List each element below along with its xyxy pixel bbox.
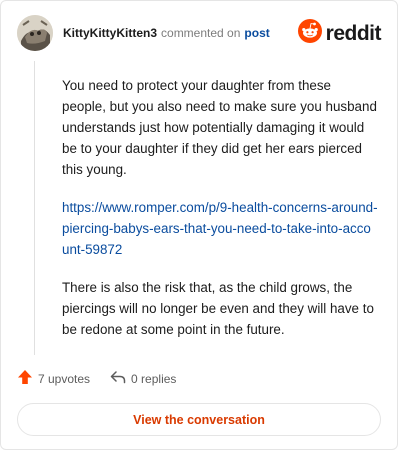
post-link[interactable]: post bbox=[244, 26, 269, 40]
author-name[interactable]: KittyKittyKitten3 bbox=[63, 26, 157, 40]
reply-arrow-icon[interactable] bbox=[110, 369, 126, 388]
thread-line bbox=[34, 61, 35, 355]
comment-body: You need to protect your daughter from t… bbox=[62, 75, 378, 357]
reddit-brand[interactable]: reddit bbox=[297, 19, 382, 48]
upvote-arrow-icon[interactable] bbox=[17, 369, 33, 388]
reddit-wordmark: reddit bbox=[325, 21, 382, 45]
upvote-action[interactable]: 7 upvotes bbox=[17, 369, 90, 388]
comment-actions: 7 upvotes 0 replies bbox=[17, 369, 196, 388]
upvote-count: 7 upvotes bbox=[38, 371, 91, 386]
commented-on-text: commented on bbox=[161, 26, 241, 40]
reply-action[interactable]: 0 replies bbox=[110, 369, 176, 388]
comment-meta: KittyKittyKitten3 commented on post bbox=[63, 26, 270, 40]
article-link[interactable]: https://www.romper.com/p/9-health-concer… bbox=[62, 200, 378, 257]
comment-embed-card: KittyKittyKitten3 commented on post redd… bbox=[0, 0, 398, 450]
reply-count: 0 replies bbox=[131, 371, 177, 386]
comment-paragraph: There is also the risk that, as the chil… bbox=[62, 280, 374, 337]
reddit-snoo-icon bbox=[297, 19, 322, 48]
comment-paragraph: You need to protect your daughter from t… bbox=[62, 78, 377, 177]
view-conversation-button[interactable]: View the conversation bbox=[17, 403, 381, 436]
user-avatar[interactable] bbox=[17, 15, 53, 51]
